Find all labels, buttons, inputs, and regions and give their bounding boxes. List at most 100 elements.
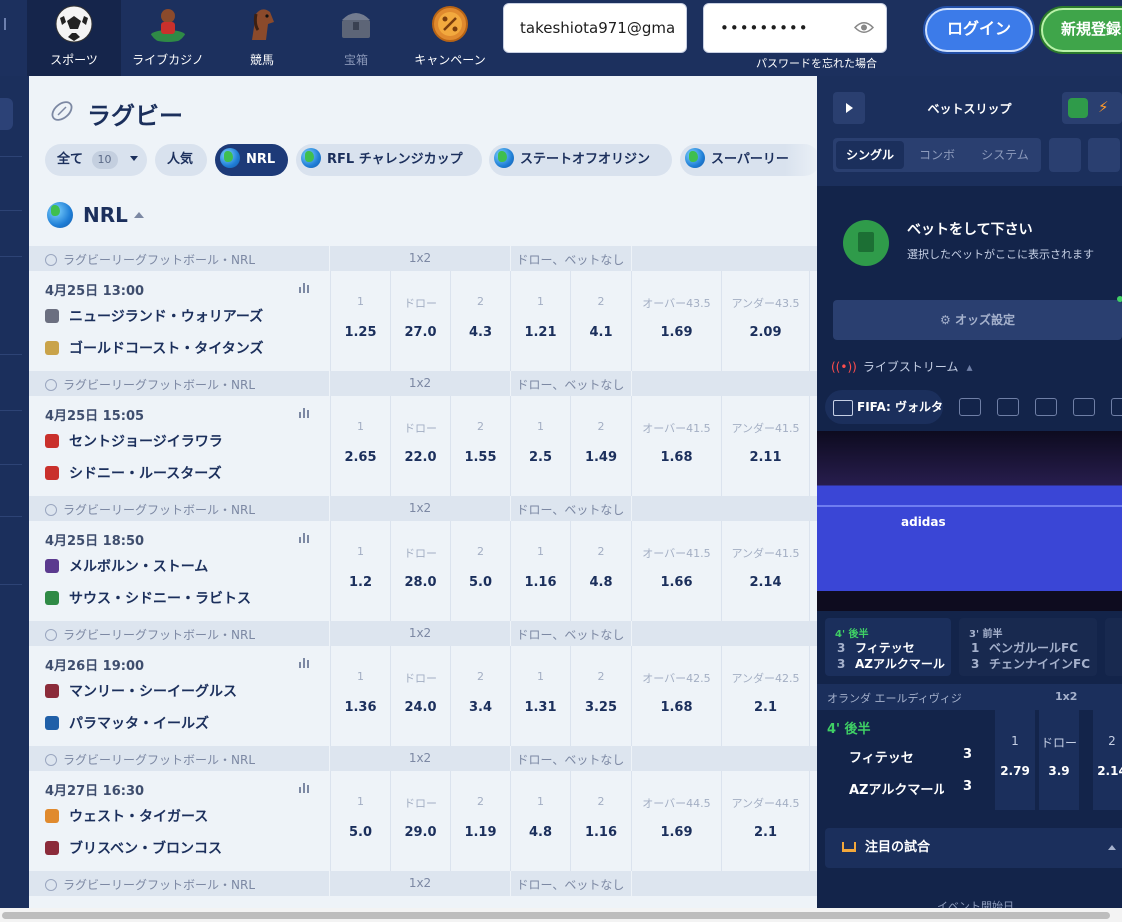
odds-cell[interactable]: 1 1.21: [510, 271, 570, 371]
odds-cell[interactable]: アンダー42.5 2.1: [721, 646, 809, 746]
live-card[interactable]: 3' 前半 1 ベンガルールFC 3 チェンナイインFC: [959, 618, 1097, 676]
odds-cell[interactable]: ドロー 28.0: [390, 521, 450, 621]
live-odd-draw[interactable]: ドロー 3.9: [1037, 710, 1079, 810]
odds-cell[interactable]: 2 1.49: [570, 396, 631, 496]
tab-system[interactable]: システム: [971, 138, 1039, 172]
odds-cell[interactable]: 1 1.25: [330, 271, 390, 371]
odds-cell[interactable]: 2 3.4: [450, 646, 510, 746]
live-match[interactable]: 4' 後半 フィテッセ 3 AZアルクマール 3 1 2.79 ドロー 3.9 22…: [817, 710, 1122, 810]
odds-cell[interactable]: 1 1.2: [330, 521, 390, 621]
odds-cell[interactable]: ドロー 29.0: [390, 771, 450, 871]
competition-label[interactable]: ラグビーリーグフットボール・NRL: [45, 626, 255, 643]
odds-cell[interactable]: 2 4.1: [570, 271, 631, 371]
nav-sports[interactable]: スポーツ: [27, 0, 121, 76]
league-header[interactable]: NRL: [47, 202, 144, 228]
competition-label[interactable]: ラグビーリーグフットボール・NRL: [45, 376, 255, 393]
odds-cell[interactable]: 2 1.19: [450, 771, 510, 871]
odds-settings-button[interactable]: ⚙ オッズ設定: [833, 300, 1122, 340]
odds-cell[interactable]: オーバー43.5 1.69: [631, 271, 721, 371]
competition-label[interactable]: ラグビーリーグフットボール・NRL: [45, 251, 255, 268]
odds-cell[interactable]: 2 5.0: [450, 521, 510, 621]
odds-cell[interactable]: オーバー41.5 1.68: [631, 396, 721, 496]
esports-icon[interactable]: [1035, 398, 1057, 416]
email-field[interactable]: takeshiota971@gma: [503, 3, 687, 53]
betslip-mode-toggle[interactable]: ⚡: [1062, 92, 1122, 124]
sport-fifa-volta[interactable]: FIFA: ヴォルタ: [825, 390, 943, 424]
odds-cell[interactable]: ドロー 27.0: [390, 271, 450, 371]
odds-cell[interactable]: 2 4.8: [570, 521, 631, 621]
live-card[interactable]: [1105, 618, 1122, 676]
odds-cell[interactable]: 2 1.16: [570, 771, 631, 871]
odds-cell[interactable]: 2 4.3: [450, 271, 510, 371]
match-row[interactable]: 4月25日 15:05 セントジョージイラワラ シドニー・ルースターズ 1 2.65 ドロ…: [29, 396, 817, 496]
book-icon[interactable]: [1049, 138, 1081, 172]
match-row[interactable]: 4月25日 13:00 ニュージランド・ウォリアーズ ゴールドコースト・タイタンズ 1…: [29, 271, 817, 371]
odds-cell[interactable]: アンダー43.5 2.09: [721, 271, 809, 371]
filter-rfl-challenge-cup[interactable]: RFL チャレンジカップ: [296, 144, 482, 176]
password-field[interactable]: •••••••••: [703, 3, 887, 53]
competition-label[interactable]: ラグビーリーグフットボール・NRL: [45, 751, 255, 768]
sidebar-active-item[interactable]: [0, 98, 13, 130]
nav-campaign[interactable]: キャンペーン: [403, 0, 497, 76]
forgot-password-link[interactable]: パスワードを忘れた場合: [756, 55, 877, 71]
odds-cell[interactable]: 1 4.8: [510, 771, 570, 871]
live-odd-1[interactable]: 1 2.79: [993, 710, 1035, 810]
collapse-caret-icon[interactable]: [133, 212, 144, 218]
live-stream-header[interactable]: ((•)) ライブストリーム ▴: [831, 358, 973, 375]
login-button[interactable]: ログイン: [925, 8, 1033, 52]
fifa-icon[interactable]: [959, 398, 981, 416]
odds-cell[interactable]: アンダー41.5 2.14: [721, 521, 809, 621]
menu-edge-icon[interactable]: [4, 18, 8, 30]
odds-cell[interactable]: 1 2.65: [330, 396, 390, 496]
tab-combo[interactable]: コンボ: [905, 138, 969, 172]
filter-nrl[interactable]: NRL: [215, 144, 288, 176]
lightning-icon[interactable]: ⚡: [1098, 98, 1109, 116]
filter-popular[interactable]: 人気: [155, 144, 207, 176]
odds-cell-partial[interactable]: [809, 771, 817, 871]
stats-icon[interactable]: [299, 283, 311, 293]
live-card[interactable]: 4' 後半 3 フィテッセ 3 AZアルクマール: [825, 618, 951, 676]
video-controls[interactable]: [817, 591, 1122, 611]
nav-live-casino[interactable]: ライブカジノ: [121, 0, 215, 76]
document-icon[interactable]: [1068, 98, 1088, 118]
odds-cell[interactable]: 2 3.25: [570, 646, 631, 746]
competition-label[interactable]: ラグビーリーグフットボール・NRL: [45, 876, 255, 893]
odds-cell[interactable]: 1 1.31: [510, 646, 570, 746]
filter-all[interactable]: 全て 10: [45, 144, 147, 176]
featured-matches-header[interactable]: 注目の試合: [825, 828, 1122, 868]
live-video[interactable]: adidas: [817, 431, 1122, 611]
filter-state-of-origin[interactable]: ステートオフオリジン: [489, 144, 672, 176]
nav-horse-racing[interactable]: 競馬: [215, 0, 309, 76]
odds-cell[interactable]: オーバー41.5 1.66: [631, 521, 721, 621]
scrollbar-thumb[interactable]: [2, 912, 1110, 919]
match-row[interactable]: 4月27日 16:30 ウェスト・タイガース ブリスベン・ブロンコス 1 5.0 ドロー 2…: [29, 771, 817, 871]
stats-icon[interactable]: [299, 533, 311, 543]
stats-icon[interactable]: [299, 408, 311, 418]
nav-treasure[interactable]: 宝箱: [309, 0, 403, 76]
odds-cell[interactable]: 1 2.5: [510, 396, 570, 496]
live-odd-2[interactable]: 22.14: [1091, 710, 1122, 810]
eye-icon[interactable]: [854, 21, 874, 34]
tab-single[interactable]: シングル: [836, 141, 904, 169]
esports-icon[interactable]: [1111, 398, 1122, 416]
odds-cell[interactable]: アンダー41.5 2.11: [721, 396, 809, 496]
nba-icon[interactable]: [997, 398, 1019, 416]
stats-icon[interactable]: [299, 658, 311, 668]
odds-cell[interactable]: アンダー44.5 2.1: [721, 771, 809, 871]
odds-cell[interactable]: 1 5.0: [330, 771, 390, 871]
odds-cell[interactable]: ドロー 24.0: [390, 646, 450, 746]
competition-label[interactable]: ラグビーリーグフットボール・NRL: [45, 501, 255, 518]
odds-cell[interactable]: オーバー44.5 1.69: [631, 771, 721, 871]
register-button[interactable]: 新規登録: [1041, 8, 1122, 52]
gift-icon[interactable]: [1088, 138, 1120, 172]
odds-cell[interactable]: オーバー42.5 1.68: [631, 646, 721, 746]
odds-cell[interactable]: ドロー 22.0: [390, 396, 450, 496]
match-row[interactable]: 4月25日 18:50 メルボルン・ストーム サウス・シドニー・ラビトス 1 1.2 ドロ…: [29, 521, 817, 621]
stats-icon[interactable]: [299, 783, 311, 793]
odds-cell[interactable]: 2 1.55: [450, 396, 510, 496]
odds-cell[interactable]: 1 1.36: [330, 646, 390, 746]
horizontal-scrollbar[interactable]: [0, 908, 1122, 922]
odds-cell-partial[interactable]: [809, 521, 817, 621]
odds-cell-partial[interactable]: [809, 271, 817, 371]
odds-cell-partial[interactable]: [809, 646, 817, 746]
